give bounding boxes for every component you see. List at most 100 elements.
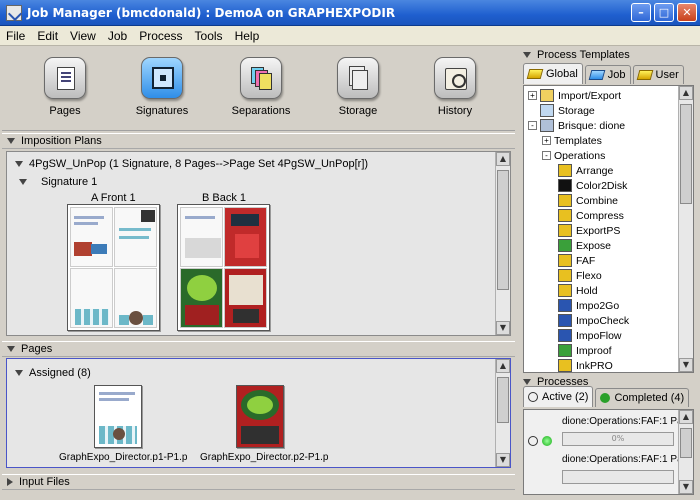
signatures-tool-button[interactable]: Signatures (117, 57, 207, 117)
status-green-icon (542, 436, 552, 446)
input-files-header[interactable]: Input Files (2, 474, 515, 490)
window-titlebar: Job Manager (bmcdonald) : DemoA on GRAPH… (0, 0, 700, 26)
tree-item[interactable]: Expose (558, 238, 611, 253)
expand-signature-icon (19, 179, 27, 185)
scroll-thumb[interactable] (680, 428, 692, 458)
tree-item[interactable]: FAF (558, 253, 595, 268)
scroll-thumb[interactable] (497, 170, 509, 290)
arrange-icon (558, 164, 572, 177)
scroll-up-icon[interactable]: ▲ (496, 152, 510, 166)
page-thumbnail-2[interactable] (236, 385, 284, 448)
tree-item[interactable]: Arrange (558, 163, 613, 178)
history-tool-label: History (437, 105, 473, 117)
faf-icon (558, 254, 572, 267)
tree-item-label: Operations (554, 149, 606, 162)
app-icon (6, 4, 22, 21)
color2disk-icon (558, 179, 572, 192)
tree-item-label: Impo2Go (576, 299, 620, 312)
menu-file[interactable]: File (0, 29, 31, 43)
computer-icon (540, 119, 554, 132)
menu-edit[interactable]: Edit (31, 29, 64, 43)
tab-job[interactable]: Job (584, 65, 631, 84)
signature-label: Signature 1 (41, 176, 98, 188)
close-button[interactable]: ✕ (677, 3, 697, 22)
tab-global[interactable]: Global (523, 63, 583, 84)
tree-item[interactable]: Combine (558, 193, 618, 208)
tree-item[interactable]: - Brisque: dione (528, 118, 625, 133)
tree-item[interactable]: Impo2Go (558, 298, 619, 313)
scroll-up-icon[interactable]: ▲ (679, 410, 693, 424)
collapse-icon[interactable]: - (542, 151, 551, 160)
history-tool-button[interactable]: History (410, 57, 500, 117)
tab-user[interactable]: User (632, 65, 684, 84)
history-icon (434, 57, 476, 99)
sheet-front-thumbnail[interactable] (67, 204, 160, 331)
processes-scrollbar[interactable]: ▲ ▼ (678, 410, 693, 494)
tree-item-label: Arrange (576, 164, 614, 177)
page-label-2: GraphExpo_Director.p2-P1.p (200, 452, 329, 463)
scroll-down-icon[interactable]: ▼ (679, 480, 693, 494)
side-back-label: B Back 1 (202, 192, 247, 204)
tree-item[interactable]: Storage (528, 103, 595, 118)
check-icon (600, 393, 611, 403)
menu-help[interactable]: Help (229, 29, 266, 43)
imposition-plans-header[interactable]: Imposition Plans (2, 133, 515, 149)
scroll-down-icon[interactable]: ▼ (679, 358, 693, 372)
minimize-button[interactable]: – (631, 3, 651, 22)
tree-item-label: FAF (576, 254, 596, 267)
tree-item[interactable]: InkPRO (558, 358, 613, 373)
tree-item[interactable]: - Operations (542, 148, 605, 163)
tab-active[interactable]: Active (2) (523, 386, 594, 407)
tree-item-label: Expose (576, 239, 612, 252)
pages-tool-button[interactable]: Pages (20, 57, 110, 117)
scroll-thumb[interactable] (680, 104, 692, 204)
tree-item[interactable]: + Import/Export (528, 88, 621, 103)
tab-completed[interactable]: Completed (4) (595, 388, 690, 407)
assigned-row[interactable]: Assigned (8) (15, 367, 91, 379)
plan-row[interactable]: 4PgSW_UnPop (1 Signature, 8 Pages-->Page… (15, 158, 368, 170)
tab-job-label: Job (607, 69, 626, 81)
templates-scrollbar[interactable]: ▲ ▼ (678, 86, 693, 372)
hold-icon (558, 284, 572, 297)
tree-item[interactable]: Hold (558, 283, 598, 298)
tab-global-label: Global (546, 68, 578, 80)
imposition-scrollbar[interactable]: ▲ ▼ (495, 152, 510, 335)
tree-item[interactable]: Color2Disk (558, 178, 627, 193)
tree-item[interactable]: ImpoFlow (558, 328, 622, 343)
tree-item[interactable]: + Templates (542, 133, 602, 148)
process-templates-header[interactable]: Process Templates (519, 47, 698, 62)
scroll-up-icon[interactable]: ▲ (679, 86, 693, 100)
sheet-back-thumbnail[interactable] (177, 204, 270, 331)
tree-item[interactable]: Improof (558, 343, 612, 358)
collapse-icon[interactable]: - (528, 121, 537, 130)
scroll-up-icon[interactable]: ▲ (496, 359, 510, 373)
tree-item[interactable]: Compress (558, 208, 624, 223)
tree-item-label: Improof (576, 344, 612, 357)
signature-row[interactable]: Signature 1 (19, 176, 97, 188)
maximize-button[interactable]: □ (654, 3, 674, 22)
pages-scrollbar[interactable]: ▲ ▼ (495, 359, 510, 467)
expand-icon[interactable]: + (542, 136, 551, 145)
tree-item[interactable]: ImpoCheck (558, 313, 629, 328)
clock-icon (528, 392, 538, 402)
page-thumbnail-1[interactable] (94, 385, 142, 448)
scroll-thumb[interactable] (497, 377, 509, 423)
tree-item-label: Import/Export (558, 89, 622, 102)
tree-item[interactable]: Flexo (558, 268, 602, 283)
storage-tool-button[interactable]: Storage (313, 57, 403, 117)
separations-tool-button[interactable]: Separations (216, 57, 306, 117)
menu-job[interactable]: Job (102, 29, 133, 43)
menu-view[interactable]: View (64, 29, 102, 43)
expose-icon (558, 239, 572, 252)
menu-process[interactable]: Process (133, 29, 188, 43)
improof-icon (558, 344, 572, 357)
collapse-icon (523, 51, 531, 58)
menu-tools[interactable]: Tools (189, 29, 229, 43)
tree-item[interactable]: ExportPS (558, 223, 620, 238)
tree-item-label: Combine (576, 194, 619, 207)
scroll-down-icon[interactable]: ▼ (496, 453, 510, 467)
scroll-down-icon[interactable]: ▼ (496, 321, 510, 335)
tree-item-label: ImpoFlow (576, 329, 622, 342)
expand-icon[interactable]: + (528, 91, 537, 100)
pages-header[interactable]: Pages (2, 341, 515, 357)
